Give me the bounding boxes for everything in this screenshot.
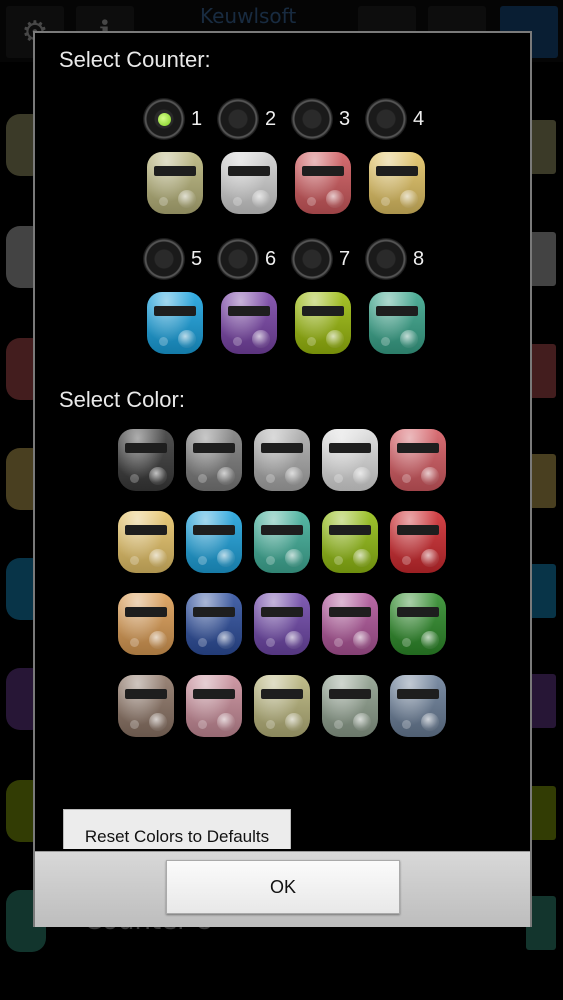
counter-7-tally-icon[interactable] (295, 292, 351, 354)
counter-radio-3[interactable]: 3 (291, 97, 355, 141)
radio-indicator[interactable] (217, 238, 259, 280)
reset-colors-button[interactable]: Reset Colors to Defaults (63, 809, 291, 849)
select-color-label: Select Color: (59, 387, 185, 412)
radio-indicator[interactable] (291, 98, 333, 140)
color-swatch-9[interactable] (322, 511, 378, 573)
color-swatch-18[interactable] (254, 675, 310, 737)
color-swatch-8[interactable] (254, 511, 310, 573)
counter-radio-6[interactable]: 6 (217, 237, 281, 281)
counter-1-tally-icon[interactable] (147, 152, 203, 214)
ok-button[interactable]: OK (166, 860, 400, 914)
counter-6-tally-icon[interactable] (221, 292, 277, 354)
color-swatch-11[interactable] (118, 593, 174, 655)
app-title: Keuwlsoft (200, 4, 297, 28)
color-swatch-15[interactable] (390, 593, 446, 655)
color-swatch-20[interactable] (390, 675, 446, 737)
radio-label: 8 (413, 247, 425, 270)
counter-8-tally-icon[interactable] (369, 292, 425, 354)
counter-radio-7[interactable]: 7 (291, 237, 355, 281)
radio-label: 4 (413, 107, 425, 130)
color-swatch-3[interactable] (254, 429, 310, 491)
counter-radio-5[interactable]: 5 (143, 237, 207, 281)
radio-indicator[interactable] (143, 238, 185, 280)
color-swatch-12[interactable] (186, 593, 242, 655)
color-swatch-16[interactable] (118, 675, 174, 737)
dialog-footer: OK (35, 851, 530, 927)
color-swatch-10[interactable] (390, 511, 446, 573)
counter-2-tally-icon[interactable] (221, 152, 277, 214)
color-swatch-6[interactable] (118, 511, 174, 573)
color-swatch-1[interactable] (118, 429, 174, 491)
radio-label: 6 (265, 247, 277, 270)
color-swatch-19[interactable] (322, 675, 378, 737)
radio-indicator[interactable] (217, 98, 259, 140)
screen: ⚙ ℹ Keuwlsoft Counter 8 Select Count (0, 0, 563, 1000)
color-swatch-7[interactable] (186, 511, 242, 573)
color-swatch-4[interactable] (322, 429, 378, 491)
color-select-dialog: Select Counter: 1 2 3 4 5 6 7 8 Select C… (33, 31, 532, 927)
radio-label: 5 (191, 247, 203, 270)
radio-indicator[interactable] (365, 238, 407, 280)
color-swatch-14[interactable] (322, 593, 378, 655)
counter-3-tally-icon[interactable] (295, 152, 351, 214)
radio-indicator[interactable] (143, 98, 185, 140)
radio-label: 2 (265, 107, 277, 130)
color-swatch-17[interactable] (186, 675, 242, 737)
radio-label: 3 (339, 107, 351, 130)
color-swatch-2[interactable] (186, 429, 242, 491)
counter-radio-8[interactable]: 8 (365, 237, 429, 281)
color-swatch-5[interactable] (390, 429, 446, 491)
radio-label: 1 (191, 107, 203, 130)
radio-label: 7 (339, 247, 351, 270)
color-swatch-13[interactable] (254, 593, 310, 655)
counter-radio-2[interactable]: 2 (217, 97, 281, 141)
counter-radio-1[interactable]: 1 (143, 97, 207, 141)
radio-indicator[interactable] (365, 98, 407, 140)
radio-indicator[interactable] (291, 238, 333, 280)
select-counter-label: Select Counter: (59, 47, 211, 72)
counter-radio-4[interactable]: 4 (365, 97, 429, 141)
counter-4-tally-icon[interactable] (369, 152, 425, 214)
counter-5-tally-icon[interactable] (147, 292, 203, 354)
